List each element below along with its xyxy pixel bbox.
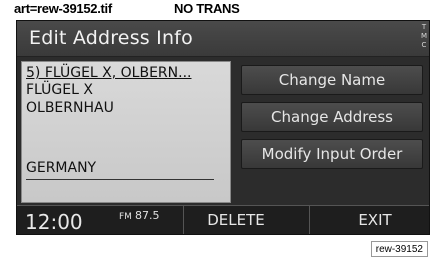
radio-screen: Edit Address Info T M C 5) FLÜGEL X, OLB… [16,20,430,235]
radio-band: FM [119,212,132,222]
clock: 12:00 [25,210,83,234]
page-title: Edit Address Info [29,27,193,49]
entry-line-city: OLBERNHAU [26,100,114,116]
exit-button[interactable]: EXIT [335,211,415,229]
change-name-button[interactable]: Change Name [241,65,423,95]
change-address-button[interactable]: Change Address [241,102,423,132]
modify-input-order-button[interactable]: Modify Input Order [241,139,423,169]
radio-freq-value: 87.5 [134,209,160,222]
title-bar: Edit Address Info T M C [17,21,429,57]
radio-frequency: FM 87.5 [119,209,159,222]
softkey-divider [309,206,310,234]
bottom-bar: 12:00 FM 87.5 DELETE EXIT [17,205,429,234]
caption-note: NO TRANS [174,1,240,16]
softkey-divider [183,206,184,234]
address-entry-panel[interactable]: 5) FLÜGEL X, OLBERN... FLÜGEL X OLBERNHA… [21,61,231,203]
figure-caption: art=rew-39152.tif NO TRANS [14,0,240,18]
entry-title: 5) FLÜGEL X, OLBERN... [26,65,192,81]
corner-logo: T M C [420,23,428,49]
delete-button[interactable]: DELETE [191,211,281,229]
entry-divider [26,179,214,180]
entry-line-country: GERMANY [26,160,97,176]
caption-filename: art=rew-39152.tif [14,1,112,16]
entry-line-name: FLÜGEL X [26,82,93,98]
figure-code: rew-39152 [370,241,428,257]
